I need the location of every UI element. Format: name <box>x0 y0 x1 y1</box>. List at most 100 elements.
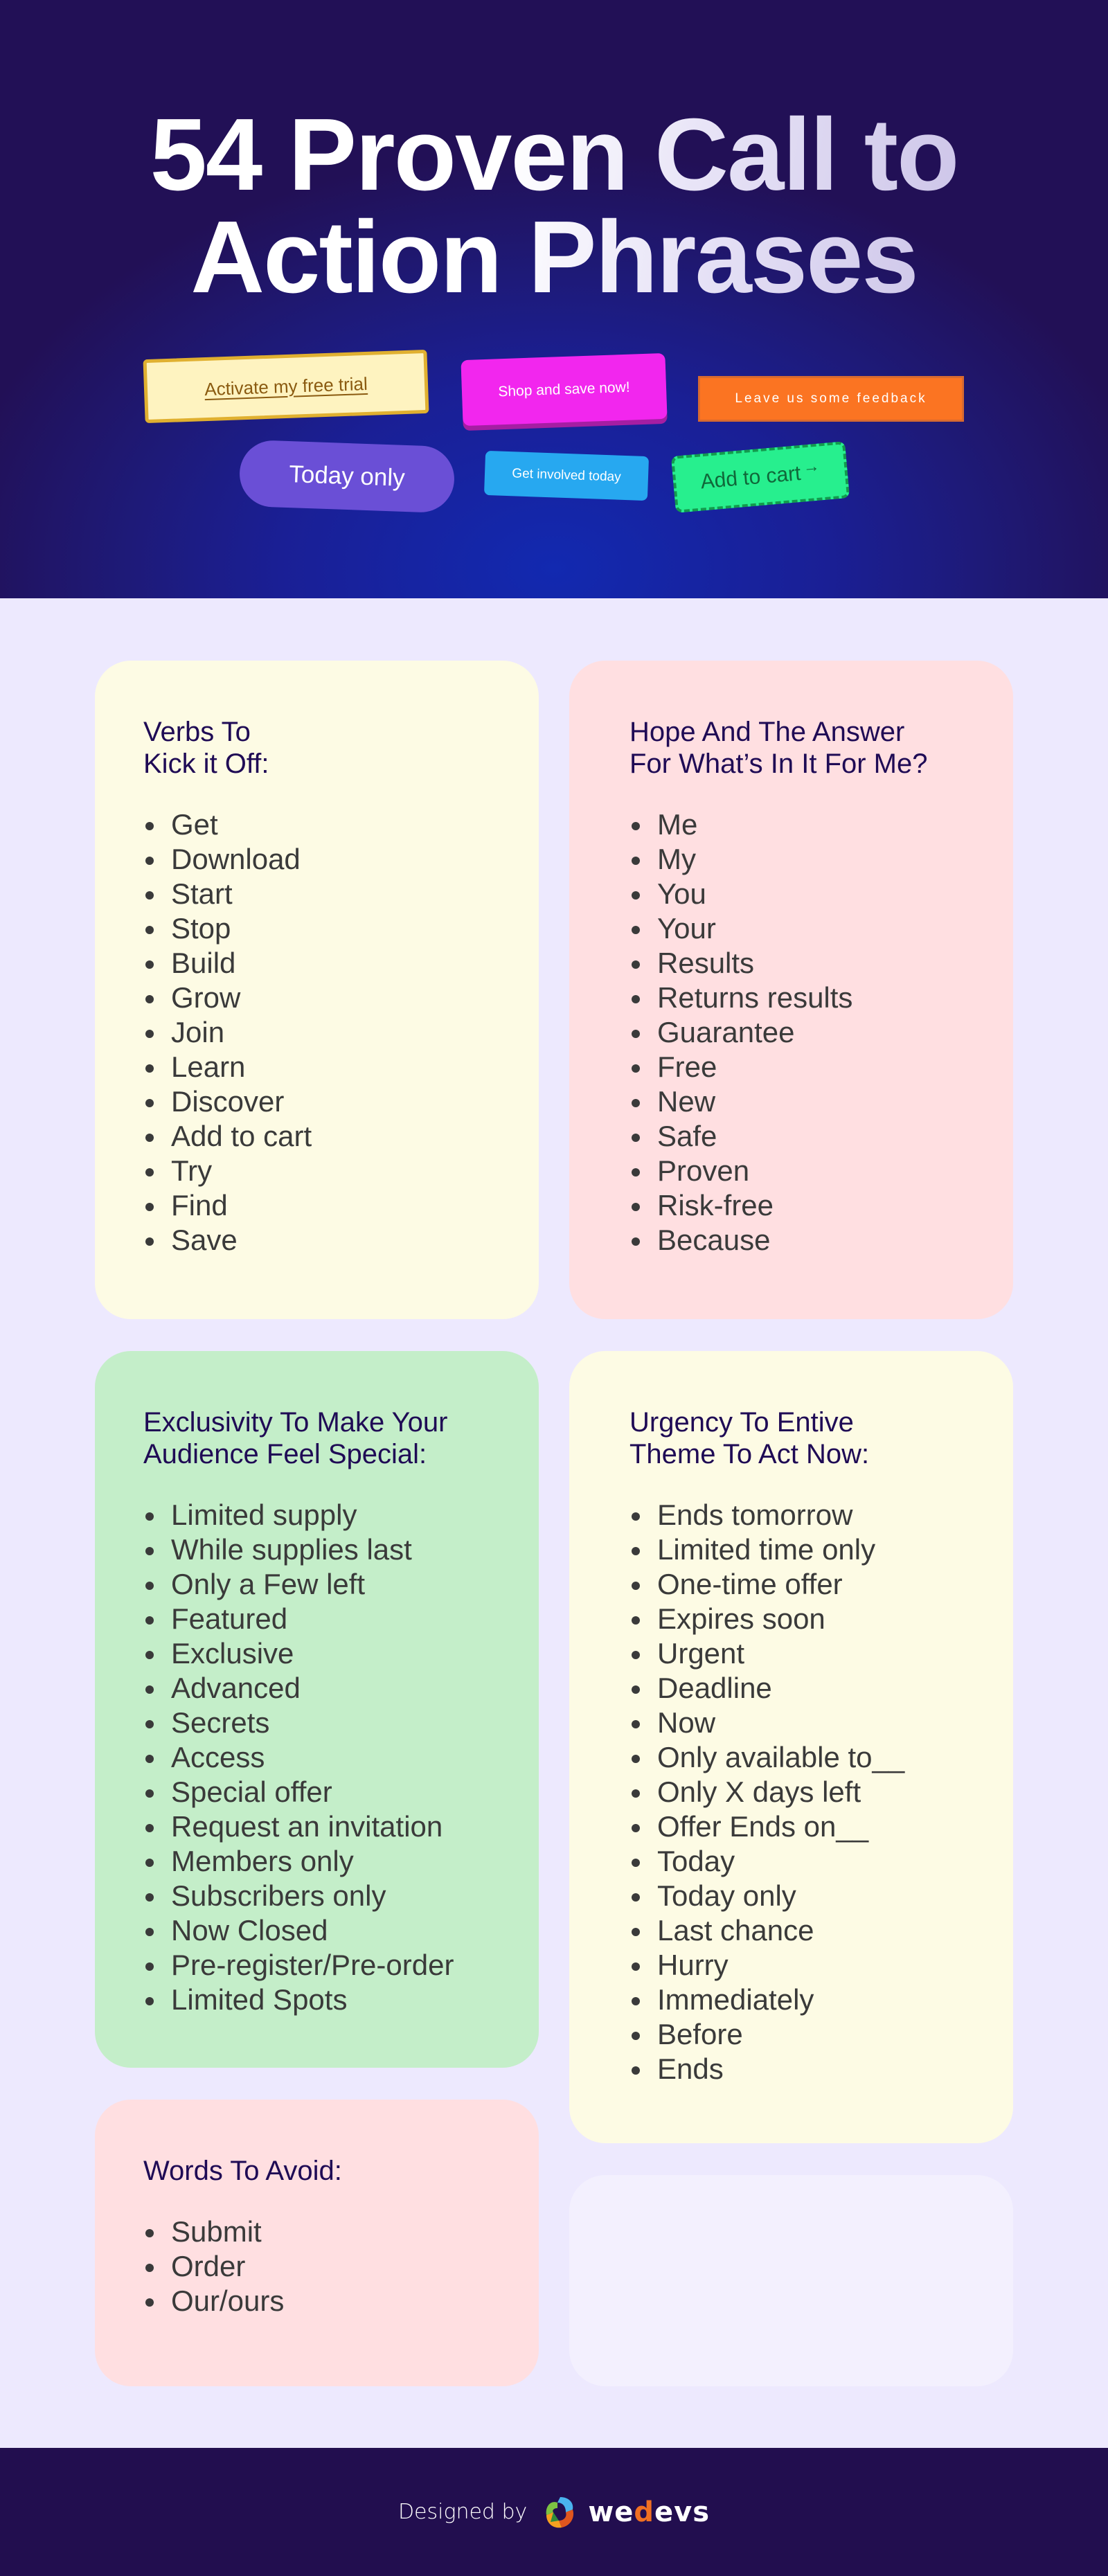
card-words-to-avoid: Words To Avoid: Submit Order Our/ours <box>95 2100 539 2386</box>
button-label: Add to cart <box>699 461 802 494</box>
card-hope: Hope And The Answer For What’s In It For… <box>569 661 1013 1319</box>
list-item: Last chance <box>629 1913 965 1948</box>
list-item: One-time offer <box>629 1567 965 1602</box>
list-item: Results <box>629 946 965 981</box>
list-item: Download <box>143 842 490 877</box>
card-title: Urgency To Entive Theme To Act Now: <box>629 1407 870 1469</box>
list-item: Exclusive <box>143 1636 490 1671</box>
list-item: Request an invitation <box>143 1809 490 1844</box>
list-item: Limited supply <box>143 1498 490 1532</box>
title-line-1: 54 Proven Call to <box>150 98 958 212</box>
list-item: Join <box>143 1015 490 1050</box>
wedevs-logo-icon[interactable] <box>542 2494 578 2530</box>
list-item: While supplies last <box>143 1532 490 1567</box>
list-item: Returns results <box>629 981 965 1015</box>
card-title: Words To Avoid: <box>143 2156 342 2186</box>
button-label: Leave us some feedback <box>735 391 927 406</box>
list-item: Today <box>629 1844 965 1879</box>
phrase-list: Get Download Start Stop Build Grow Join Learn Di… <box>143 807 490 1258</box>
list-item: Hurry <box>629 1948 965 1983</box>
footer: Designed by wedevs <box>0 2448 1108 2576</box>
empty-card-placeholder <box>569 2175 1013 2386</box>
list-item: Special offer <box>143 1775 490 1809</box>
list-item: Guarantee <box>629 1015 965 1050</box>
card-urgency: Urgency To Entive Theme To Act Now: Ends… <box>569 1351 1013 2143</box>
list-item: Learn <box>143 1050 490 1084</box>
list-item: Try <box>143 1154 490 1188</box>
designed-by-label: Designed by <box>397 2500 528 2524</box>
list-item: Save <box>143 1223 490 1258</box>
list-item: Add to cart <box>143 1119 490 1154</box>
list-item: Because <box>629 1223 965 1258</box>
brand-accent: d <box>634 2496 655 2528</box>
list-item: Me <box>629 807 965 842</box>
button-label: Get involved today <box>512 466 622 485</box>
phrase-list: Me My You Your Results Returns results Guarant… <box>629 807 965 1258</box>
list-item: Safe <box>629 1119 965 1154</box>
list-item: Today only <box>629 1879 965 1913</box>
arrow-right-icon: → <box>802 456 821 477</box>
hero-header: 54 Proven Call to Action Phrases Activat… <box>0 0 1108 598</box>
card-title: Verbs To Kick it Off: <box>143 717 269 779</box>
list-item: Ends tomorrow <box>629 1498 965 1532</box>
card-verbs: Verbs To Kick it Off: Get Download Start St… <box>95 661 539 1319</box>
list-item: Only a Few left <box>143 1567 490 1602</box>
list-item: Limited Spots <box>143 1983 490 2017</box>
list-item: Advanced <box>143 1671 490 1706</box>
brand-part-1: we <box>588 2496 634 2528</box>
today-only-button[interactable]: Today only <box>238 439 456 514</box>
shop-and-save-button[interactable]: Shop and save now! <box>461 352 668 427</box>
list-item: Get <box>143 807 490 842</box>
list-item: Secrets <box>143 1706 490 1740</box>
card-title: Exclusivity To Make Your Audience Feel S… <box>143 1407 448 1469</box>
list-item: Only X days left <box>629 1775 965 1809</box>
get-involved-button[interactable]: Get involved today <box>483 450 650 501</box>
activate-free-trial-button[interactable]: Activate my free trial <box>143 349 429 424</box>
wedevs-wordmark[interactable]: wedevs <box>588 2496 710 2528</box>
list-item: Now <box>629 1706 965 1740</box>
list-item: Now Closed <box>143 1913 490 1948</box>
list-item: Find <box>143 1188 490 1223</box>
button-label: Activate my free trial <box>204 373 368 400</box>
list-item: Subscribers only <box>143 1879 490 1913</box>
list-item: Order <box>143 2249 490 2284</box>
list-item: Urgent <box>629 1636 965 1671</box>
list-item: Immediately <box>629 1983 965 2017</box>
list-item: Start <box>143 877 490 911</box>
card-title: Hope And The Answer For What’s In It For… <box>629 717 928 779</box>
button-label: Shop and save now! <box>497 379 630 400</box>
brand-part-2: evs <box>654 2496 711 2528</box>
list-item: Pre-register/Pre-order <box>143 1948 490 1983</box>
card-exclusivity: Exclusivity To Make Your Audience Feel S… <box>95 1351 539 2068</box>
button-label: Today only <box>288 460 406 492</box>
list-item: New <box>629 1084 965 1119</box>
list-item: Our/ours <box>143 2284 490 2318</box>
list-item: Submit <box>143 2215 490 2249</box>
phrase-list: Limited supply While supplies last Only a … <box>143 1498 490 2017</box>
phrase-list: Ends tomorrow Limited time only One-time o… <box>629 1498 965 2086</box>
list-item: Ends <box>629 2052 965 2086</box>
title-line-2: Action Phrases <box>190 200 918 314</box>
page-title: 54 Proven Call to Action Phrases <box>0 104 1108 309</box>
list-item: Risk-free <box>629 1188 965 1223</box>
list-item: Expires soon <box>629 1602 965 1636</box>
list-item: My <box>629 842 965 877</box>
list-item: Build <box>143 946 490 981</box>
leave-feedback-button[interactable]: Leave us some feedback <box>698 376 964 422</box>
list-item: Stop <box>143 911 490 946</box>
list-item: Deadline <box>629 1671 965 1706</box>
add-to-cart-button[interactable]: Add to cart → <box>670 441 850 513</box>
list-item: Featured <box>143 1602 490 1636</box>
list-item: Proven <box>629 1154 965 1188</box>
list-item: Offer Ends on__ <box>629 1809 965 1844</box>
phrase-list: Submit Order Our/ours <box>143 2215 490 2318</box>
list-item: Members only <box>143 1844 490 1879</box>
list-item: Limited time only <box>629 1532 965 1567</box>
list-item: Free <box>629 1050 965 1084</box>
list-item: Before <box>629 2017 965 2052</box>
list-item: Only available to__ <box>629 1740 965 1775</box>
list-item: Grow <box>143 981 490 1015</box>
list-item: Access <box>143 1740 490 1775</box>
list-item: Discover <box>143 1084 490 1119</box>
list-item: Your <box>629 911 965 946</box>
